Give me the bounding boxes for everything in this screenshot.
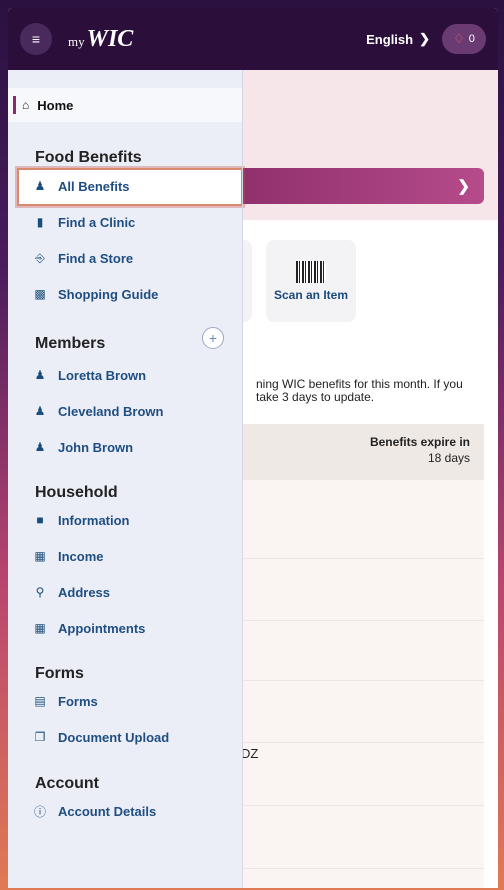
cart-icon: ⎆ [35, 250, 45, 265]
drawer-edge [242, 70, 243, 888]
notifications-count: 0 [468, 33, 475, 45]
active-indicator [13, 96, 16, 114]
nav-label: Account Details [58, 803, 157, 819]
nav-income[interactable]: ▦ Income [32, 546, 104, 566]
nav-label: Shopping Guide [58, 286, 159, 302]
side-drawer: ⌂ Home Food Benefits ♟ All Benefits ▮ Fi… [8, 70, 243, 888]
logo-main: WIC [86, 25, 134, 52]
nav-label: Document Upload [58, 729, 170, 745]
section-members: Members [35, 335, 106, 352]
benefit-item-partial: DZ [241, 746, 259, 761]
app-logo[interactable]: my WIC [68, 26, 133, 53]
person-icon: ♟ [34, 368, 46, 382]
nav-forms[interactable]: ▤ Forms [32, 691, 98, 711]
chevron-down-icon: ❯ [419, 31, 430, 46]
users-icon: ♟ [34, 179, 46, 193]
chevron-right-icon: ❯ [457, 178, 470, 195]
logo-prefix: my [68, 33, 85, 49]
section-household: Household [35, 484, 118, 501]
home-icon: ⌂ [22, 98, 30, 112]
section-account: Account [35, 775, 99, 792]
nav-find-store[interactable]: ⎆ Find a Store [32, 248, 133, 268]
barcode-icon [296, 260, 326, 283]
benefits-info-text: ning WIC benefits for this month. If you… [256, 378, 496, 404]
expire-text: Benefits expire in 18 days [370, 434, 470, 466]
expire-days: 18 days [427, 451, 470, 465]
benefits-banner-button[interactable]: ❯ [228, 168, 484, 204]
notifications-button[interactable]: ♢ 0 [442, 24, 486, 54]
top-header: ≡ my WIC English ❯ ♢ 0 [8, 8, 498, 70]
nav-label: Find a Clinic [58, 214, 136, 230]
nav-member-loretta[interactable]: ♟ Loretta Brown [32, 365, 147, 385]
nav-label: Forms [58, 693, 98, 709]
person-icon: ♟ [34, 404, 46, 418]
form-icon: ▤ [34, 694, 46, 708]
book-icon: ▩ [34, 287, 46, 301]
nav-label: Income [58, 548, 104, 564]
nav-appointments[interactable]: ▦ Appointments [32, 618, 145, 638]
nav-home[interactable]: ⌂ Home [8, 88, 242, 122]
language-selector[interactable]: English ❯ [366, 31, 430, 47]
nav-label: Loretta Brown [58, 367, 147, 383]
nav-document-upload[interactable]: ❐ Document Upload [32, 727, 170, 747]
expire-title: Benefits expire in [369, 435, 470, 449]
nav-account-details[interactable]: ⓘ Account Details [32, 801, 156, 821]
nav-information[interactable]: ■ Information [32, 510, 130, 530]
nav-label: Find a Store [58, 250, 134, 266]
add-member-button[interactable]: + [202, 327, 224, 349]
calendar-icon: ▦ [34, 621, 46, 635]
document-icon: ■ [36, 513, 44, 527]
hamburger-icon: ≡ [31, 31, 41, 47]
person-icon: ♟ [34, 440, 46, 454]
nav-member-cleveland[interactable]: ♟ Cleveland Brown [32, 401, 164, 421]
info-icon: ⓘ [33, 804, 46, 819]
nav-all-benefits[interactable]: ♟ All Benefits [32, 176, 130, 196]
upload-copy-icon: ❐ [34, 730, 46, 744]
scan-item-tile[interactable]: Scan an Item [266, 240, 356, 322]
language-label: English [366, 31, 414, 47]
nav-label: Address [58, 584, 111, 600]
app-window: ≡ my WIC English ❯ ♢ 0 ❯ Scan an Item ni… [8, 8, 498, 888]
nav-member-john[interactable]: ♟ John Brown [32, 437, 134, 457]
nav-label: John Brown [58, 439, 134, 455]
calculator-icon: ▦ [34, 549, 46, 563]
nav-label: Information [58, 512, 130, 528]
section-forms: Forms [35, 665, 84, 682]
nav-label: Cleveland Brown [58, 403, 164, 419]
scan-item-label: Scan an Item [273, 287, 349, 302]
clinic-icon: ▮ [36, 215, 44, 229]
info-line-2: take 3 days to update. [256, 390, 375, 404]
nav-home-label: Home [37, 97, 74, 113]
nav-shopping-guide[interactable]: ▩ Shopping Guide [32, 284, 158, 304]
nav-address[interactable]: ⚲ Address [32, 582, 110, 602]
nav-label: Appointments [58, 620, 146, 636]
nav-find-clinic[interactable]: ▮ Find a Clinic [32, 212, 136, 232]
section-food-benefits: Food Benefits [35, 149, 142, 166]
plus-icon: + [208, 330, 218, 346]
bell-icon: ♢ [453, 31, 465, 46]
location-pin-icon: ⚲ [35, 585, 45, 599]
nav-label: All Benefits [58, 178, 130, 194]
menu-button[interactable]: ≡ [20, 23, 52, 55]
